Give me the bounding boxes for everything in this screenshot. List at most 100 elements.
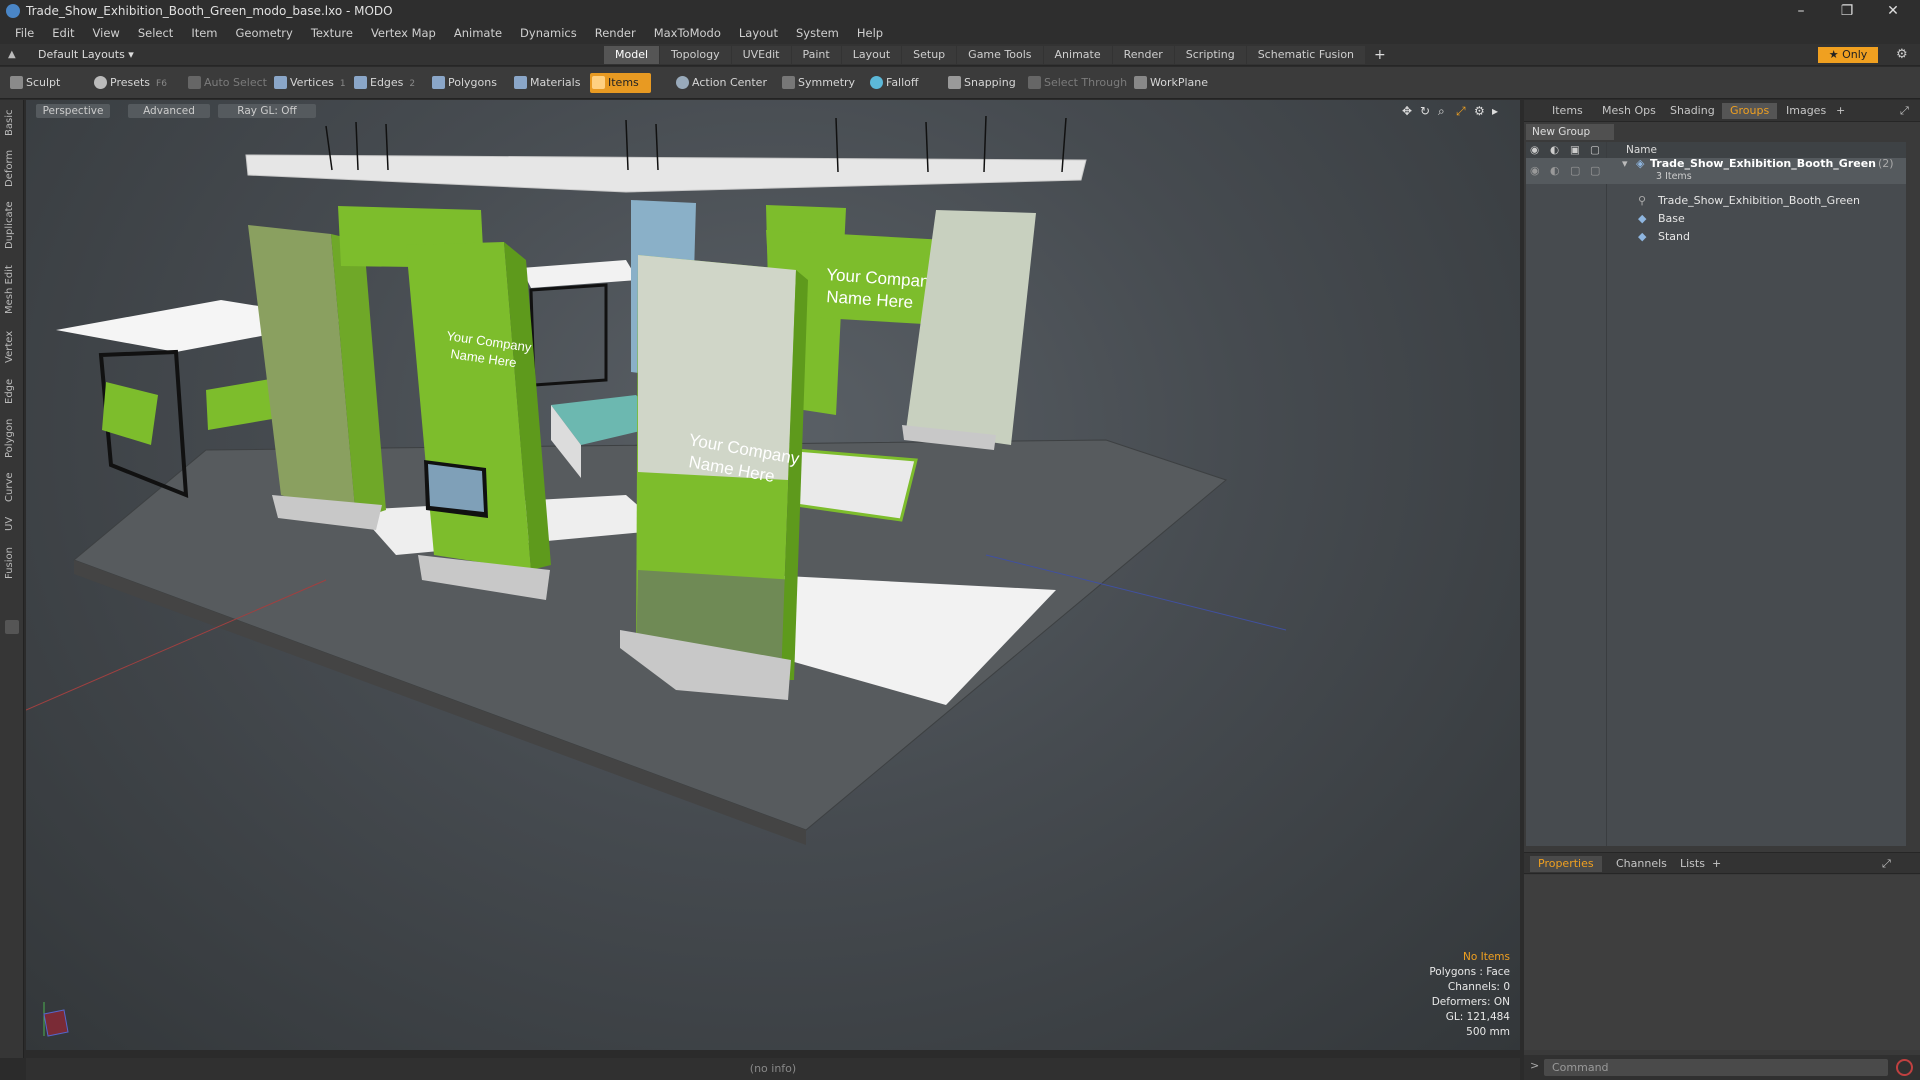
ceiling-truss bbox=[245, 154, 1087, 193]
left-tab-edge[interactable]: Edge bbox=[4, 374, 20, 408]
left-tab-duplicate[interactable]: Duplicate bbox=[4, 196, 20, 254]
group-select-icon[interactable]: ▢ bbox=[1590, 162, 1600, 180]
tab-channels[interactable]: Channels bbox=[1608, 856, 1675, 872]
vertices-button[interactable]: Vertices 1 bbox=[272, 73, 346, 93]
right-panel-tabs: Items Mesh Ops Shading Groups Images + ⤢ bbox=[1524, 100, 1920, 122]
tab-images[interactable]: Images bbox=[1778, 103, 1834, 119]
presets-button[interactable]: Presets F6 bbox=[92, 73, 167, 93]
left-tab-polygon[interactable]: Polygon bbox=[4, 414, 20, 462]
render-column-icon[interactable]: ▣ bbox=[1570, 142, 1580, 158]
materials-icon bbox=[514, 76, 527, 89]
left-tab-basic[interactable]: Basic bbox=[4, 106, 20, 140]
command-input[interactable]: Command bbox=[1544, 1059, 1888, 1076]
tab-topology[interactable]: Topology bbox=[660, 46, 731, 64]
add-panel-tab-button[interactable]: + bbox=[1828, 103, 1853, 119]
tab-scripting[interactable]: Scripting bbox=[1174, 46, 1246, 64]
items-icon bbox=[592, 76, 605, 89]
panel-expand-icon[interactable]: ⤢ bbox=[1892, 103, 1917, 119]
snapping-button[interactable]: Snapping bbox=[946, 73, 1016, 93]
only-toggle-button[interactable]: ★ Only bbox=[1818, 47, 1878, 63]
sculpt-label: Sculpt bbox=[26, 76, 61, 89]
left-tab-curve[interactable]: Curve bbox=[4, 468, 20, 506]
tab-groups[interactable]: Groups bbox=[1722, 103, 1778, 119]
tree-row-child-1[interactable]: ⚲ Trade_Show_Exhibition_Booth_Green bbox=[1526, 192, 1906, 210]
tab-items[interactable]: Items bbox=[1544, 103, 1591, 119]
tab-shading[interactable]: Shading bbox=[1662, 103, 1723, 119]
tab-setup[interactable]: Setup bbox=[902, 46, 957, 64]
menu-vertex-map[interactable]: Vertex Map bbox=[362, 26, 445, 40]
close-button[interactable]: ✕ bbox=[1870, 0, 1916, 22]
select-through-button[interactable]: Select Through bbox=[1026, 73, 1127, 93]
axis-gizmo-icon bbox=[43, 1002, 69, 1037]
restore-button[interactable]: ❐ bbox=[1824, 0, 1870, 22]
tab-properties[interactable]: Properties bbox=[1530, 856, 1602, 872]
menu-geometry[interactable]: Geometry bbox=[227, 26, 302, 40]
tab-uvedit[interactable]: UVEdit bbox=[731, 46, 791, 64]
menu-texture[interactable]: Texture bbox=[302, 26, 362, 40]
menu-help[interactable]: Help bbox=[848, 26, 892, 40]
left-tab-vertex[interactable]: Vertex bbox=[4, 326, 20, 368]
group-lock-icon[interactable]: ◐ bbox=[1550, 162, 1560, 180]
minimize-button[interactable]: – bbox=[1778, 0, 1824, 22]
column-separator bbox=[1606, 142, 1607, 846]
3d-viewport[interactable]: Perspective Advanced Ray GL: Off ✥ ↻ ⌕ ⤢… bbox=[26, 100, 1520, 1050]
properties-expand-icon[interactable]: ⤢ bbox=[1874, 856, 1899, 872]
tree-row-child-2[interactable]: ◆ Base bbox=[1526, 210, 1906, 228]
group-visibility-icon[interactable]: ◉ bbox=[1530, 162, 1540, 180]
layout-selector[interactable]: Default Layouts ▾ bbox=[38, 48, 134, 61]
left-tab-deform[interactable]: Deform bbox=[4, 146, 20, 190]
tab-schematic-fusion[interactable]: Schematic Fusion bbox=[1246, 46, 1366, 64]
status-scale: 500 mm bbox=[1466, 1026, 1510, 1038]
menu-animate[interactable]: Animate bbox=[445, 26, 511, 40]
group-sub-count: 3 Items bbox=[1656, 171, 1692, 182]
command-clear-icon[interactable] bbox=[1896, 1059, 1913, 1076]
tab-render[interactable]: Render bbox=[1112, 46, 1174, 64]
left-tab-mesh-edit[interactable]: Mesh Edit bbox=[4, 260, 20, 320]
left-tab-fusion[interactable]: Fusion bbox=[4, 542, 20, 584]
group-render-icon[interactable]: ▢ bbox=[1570, 162, 1580, 180]
add-properties-tab-button[interactable]: + bbox=[1704, 856, 1729, 872]
left-booth-sign-2 bbox=[206, 378, 278, 430]
sculpt-button[interactable]: Sculpt bbox=[8, 73, 60, 93]
menu-file[interactable]: File bbox=[6, 26, 43, 40]
materials-button[interactable]: Materials bbox=[512, 73, 580, 93]
select-column-icon[interactable]: ▢ bbox=[1590, 142, 1600, 158]
left-panel-toggle-icon[interactable] bbox=[5, 620, 19, 634]
layout-collapse-icon[interactable]: ▲ bbox=[8, 49, 20, 61]
menu-render[interactable]: Render bbox=[586, 26, 645, 40]
group-expand-icon[interactable]: ▾ bbox=[1622, 155, 1628, 173]
add-layout-tab-button[interactable]: + bbox=[1366, 46, 1394, 64]
polygons-button[interactable]: Polygons bbox=[430, 73, 497, 93]
visibility-column-icon[interactable]: ◉ bbox=[1530, 142, 1539, 158]
menu-dynamics[interactable]: Dynamics bbox=[511, 26, 586, 40]
vertices-label: Vertices bbox=[290, 76, 334, 89]
menu-edit[interactable]: Edit bbox=[43, 26, 83, 40]
tab-paint[interactable]: Paint bbox=[791, 46, 841, 64]
tab-game-tools[interactable]: Game Tools bbox=[957, 46, 1043, 64]
symmetry-button[interactable]: Symmetry bbox=[780, 73, 855, 93]
edges-button[interactable]: Edges 2 bbox=[352, 73, 415, 93]
tab-mesh-ops[interactable]: Mesh Ops bbox=[1594, 103, 1664, 119]
menu-item[interactable]: Item bbox=[182, 26, 226, 40]
action-center-button[interactable]: Action Center bbox=[674, 73, 767, 93]
auto-select-button[interactable]: Auto Select bbox=[186, 73, 267, 93]
new-group-button[interactable]: New Group bbox=[1526, 124, 1614, 140]
workplane-icon bbox=[1134, 76, 1147, 89]
items-button[interactable]: Items bbox=[590, 73, 651, 93]
gear-icon[interactable]: ⚙ bbox=[1896, 47, 1908, 62]
tree-row-group[interactable]: ◉ ◐ ▢ ▢ ▾ ◈ Trade_Show_Exhibition_Booth_… bbox=[1526, 155, 1906, 184]
tab-model[interactable]: Model bbox=[604, 46, 660, 64]
workplane-button[interactable]: WorkPlane bbox=[1132, 73, 1208, 93]
menu-view[interactable]: View bbox=[84, 26, 129, 40]
menu-select[interactable]: Select bbox=[129, 26, 182, 40]
tree-row-child-3[interactable]: ◆ Stand bbox=[1526, 228, 1906, 246]
command-prompt-icon: > bbox=[1530, 1059, 1540, 1072]
lock-column-icon[interactable]: ◐ bbox=[1550, 142, 1559, 158]
menu-layout[interactable]: Layout bbox=[730, 26, 787, 40]
left-tab-uv[interactable]: UV bbox=[4, 512, 20, 536]
menu-system[interactable]: System bbox=[787, 26, 848, 40]
falloff-button[interactable]: Falloff bbox=[868, 73, 918, 93]
tab-layout[interactable]: Layout bbox=[841, 46, 902, 64]
tab-animate[interactable]: Animate bbox=[1043, 46, 1112, 64]
menu-maxtomodo[interactable]: MaxToModo bbox=[645, 26, 730, 40]
